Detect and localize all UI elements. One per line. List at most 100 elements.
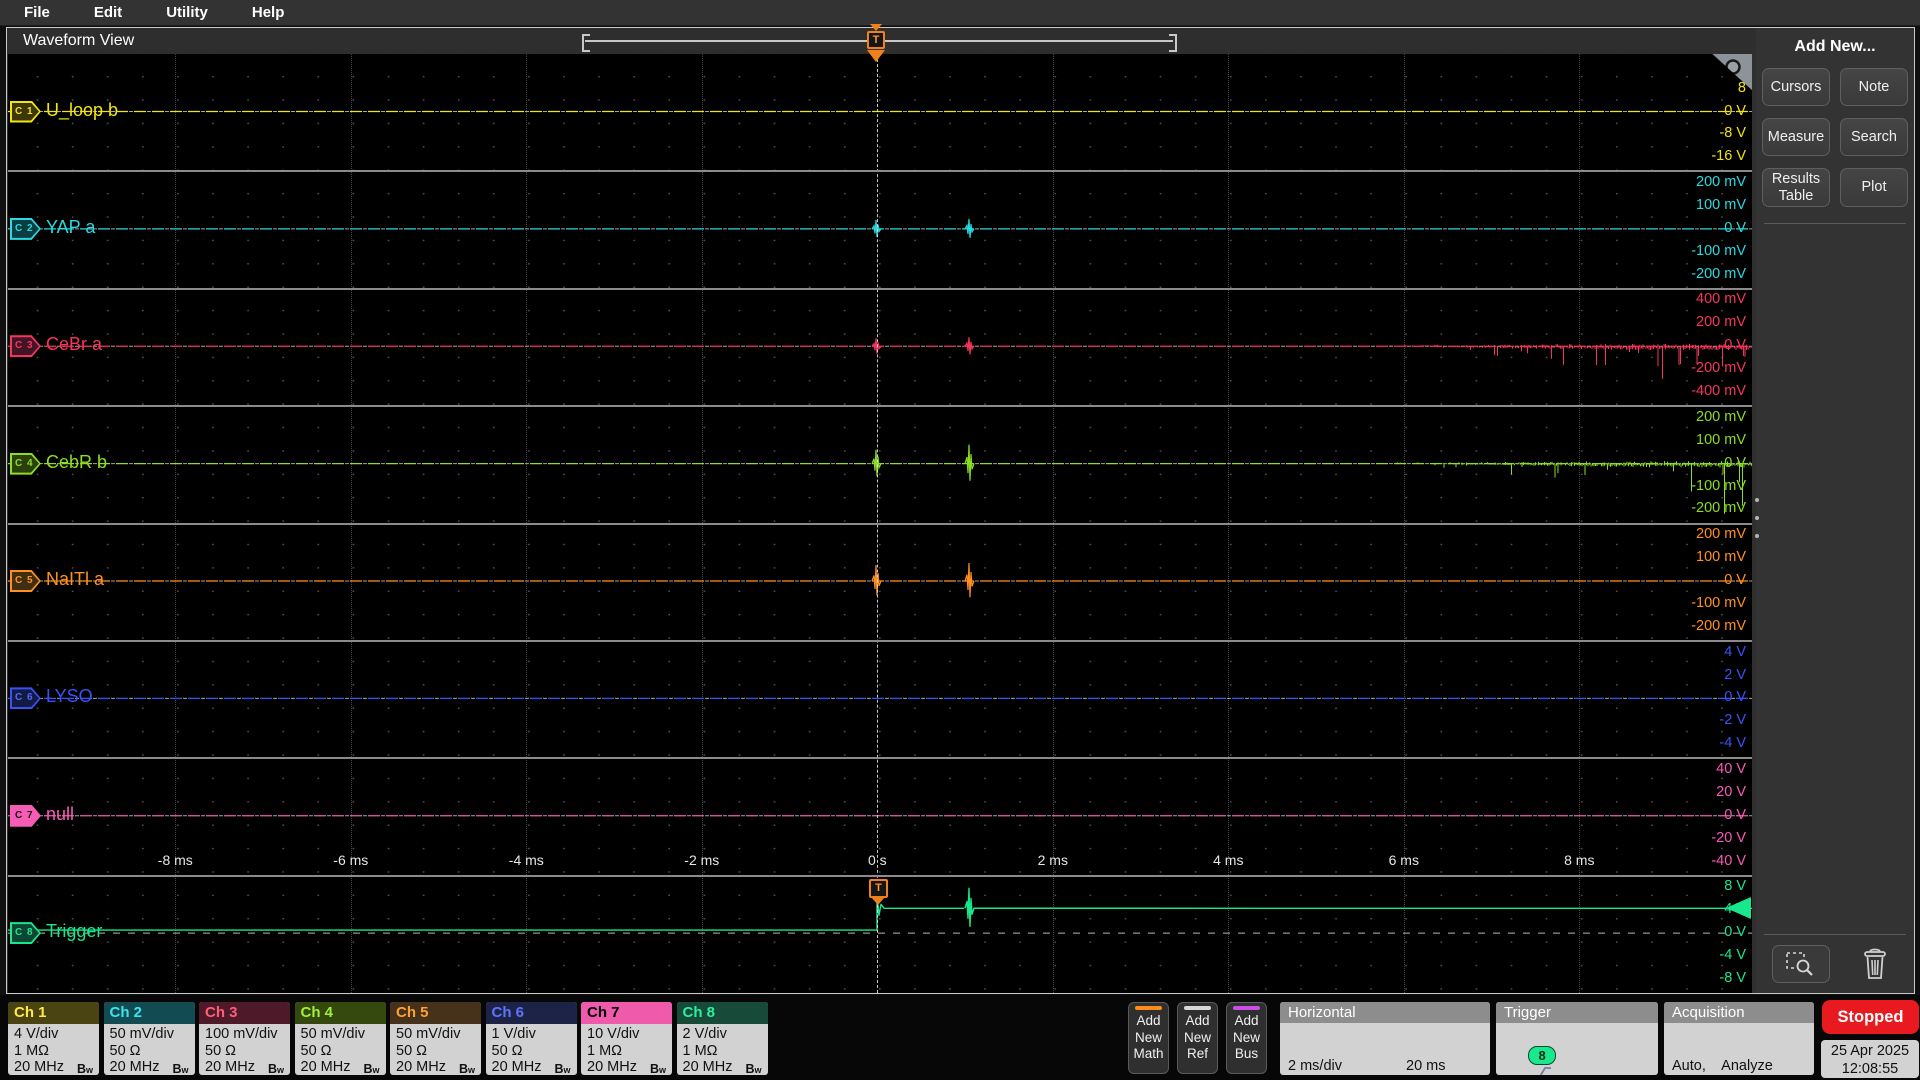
add-new-results-table-button[interactable]: Results Table [1762, 168, 1830, 208]
channel-card-3[interactable]: Ch 3 100 mV/div 50 Ω 20 MHz Bw [199, 1002, 290, 1075]
channel-bandwidth: 20 MHz Bw [396, 1059, 477, 1075]
acquisition-mode: Auto, Analyze [1672, 1058, 1773, 1074]
channel-card-4[interactable]: Ch 4 50 mV/div 50 Ω 20 MHz Bw [294, 1002, 386, 1075]
bw-limit-badge: Bw [267, 1061, 284, 1075]
channel-card-header: Ch 4 [294, 1002, 386, 1024]
run-stop-status[interactable]: Stopped [1822, 1000, 1919, 1034]
time-axis-label: 6 ms [1388, 852, 1419, 868]
waveform-plot[interactable]: T -8 ms -6 ms -4 ms -2 ms 0 s 2 ms 4 ms 6 ms 8 m… [8, 54, 1752, 993]
channel-name-5[interactable]: NaITl a [46, 569, 104, 590]
add-new-math-button[interactable]: Add New Math [1128, 1002, 1169, 1074]
channel-badge-4[interactable]: C 4 [10, 452, 41, 475]
channel-badge-3[interactable]: C 3 [10, 335, 41, 358]
channel-vdiv: 1 V/div [491, 1026, 536, 1042]
time-axis-label: 8 ms [1564, 852, 1595, 868]
overview-bracket-left[interactable] [582, 34, 590, 52]
scale-label: 100 mV [1696, 431, 1746, 448]
add-new-ref-button[interactable]: Add New Ref [1177, 1002, 1218, 1074]
channel-name-2[interactable]: YAP a [46, 217, 95, 238]
bandwidth-value: 20 MHz [396, 1059, 446, 1075]
add-new-plot-button[interactable]: Plot [1840, 168, 1908, 208]
trigger-position-flag[interactable]: T [867, 31, 885, 49]
channel-card-body: 100 mV/div 50 Ω 20 MHz Bw [199, 1024, 290, 1075]
add-new-cursors-button[interactable]: Cursors [1762, 68, 1830, 106]
add-new-note-button[interactable]: Note [1840, 68, 1908, 106]
panel-drag-handle[interactable] [1754, 498, 1760, 538]
channel-card-6[interactable]: Ch 6 1 V/div 50 Ω 20 MHz Bw [485, 1002, 577, 1075]
channel-badge-label: C 3 [15, 340, 34, 352]
channel-card-2[interactable]: Ch 2 50 mV/div 50 Ω 20 MHz Bw [103, 1002, 195, 1075]
channel-vdiv: 100 mV/div [205, 1026, 278, 1042]
channel-card-body: 1 V/div 50 Ω 20 MHz Bw [486, 1024, 577, 1075]
waveform-view-titlebar[interactable]: Waveform View T [7, 24, 1754, 62]
scale-label: 100 mV [1696, 197, 1746, 213]
channel-bandwidth: 20 MHz Bw [301, 1059, 382, 1075]
trigger-event-flag[interactable]: T [869, 879, 888, 898]
bandwidth-value: 20 MHz [109, 1059, 160, 1075]
channel-badge-7[interactable]: C 7 [10, 804, 41, 827]
zoom-select-button[interactable] [1772, 945, 1830, 983]
channel-name-7[interactable]: null [46, 804, 74, 825]
scale-label: 0 V [1724, 924, 1746, 941]
channel-badge-6[interactable]: C 6 [10, 687, 41, 710]
menu-item-utility[interactable]: Utility [166, 4, 208, 21]
channel-name-1[interactable]: U_loop b [46, 100, 118, 121]
scale-label: 200 mV [1696, 174, 1746, 191]
time-axis-label: 0 s [867, 852, 887, 868]
channel-bandwidth: 20 MHz Bw [14, 1059, 95, 1075]
horizontal-card[interactable]: Horizontal 2 ms/div 20 ms SR: 62.5 MS/s … [1280, 1002, 1490, 1075]
bandwidth-value: 20 MHz [491, 1059, 542, 1075]
menu-item-edit[interactable]: Edit [94, 4, 122, 21]
add-new-bus-button[interactable]: Add New Bus [1226, 1002, 1267, 1074]
add-new-measure-button[interactable]: Measure [1762, 118, 1830, 156]
channel-name-6[interactable]: LYSO [46, 686, 93, 707]
channel-card-header: Ch 7 [581, 1002, 672, 1024]
channel-divider [8, 639, 1752, 642]
channel-name-8[interactable]: Trigger [46, 921, 102, 942]
trigger-position-pointer [867, 50, 885, 62]
bandwidth-value: 20 MHz [682, 1059, 733, 1075]
scale-label: 200 mV [1696, 526, 1746, 543]
zoom-box-icon [1786, 952, 1813, 976]
trigger-card[interactable]: Trigger 8 4 V [1496, 1002, 1658, 1075]
channel-divider [8, 170, 1752, 173]
scale-label: -100 mV [1691, 242, 1746, 259]
scale-label: 0 V [1724, 219, 1746, 236]
channel-vdiv: 10 V/div [587, 1026, 640, 1042]
channel-card-body: 2 V/div 1 MΩ 20 MHz Bw [677, 1024, 768, 1075]
trigger-event-flag-tip [871, 897, 885, 905]
scale-label: -40 V [1711, 852, 1746, 869]
menu-item-file[interactable]: File [24, 4, 50, 21]
channel-badge-1[interactable]: C 1 [10, 100, 41, 123]
scale-label: 0 V [1724, 572, 1746, 588]
channel-badge-5[interactable]: C 5 [10, 570, 41, 592]
channel-badge-8[interactable]: C 8 [10, 922, 41, 945]
acquisition-card[interactable]: Acquisition Auto, Analyze High Res: 16 b… [1664, 1002, 1814, 1075]
channel-bandwidth: 20 MHz Bw [205, 1059, 286, 1075]
panel-bottom-toolbar [1764, 934, 1906, 987]
channel-name-3[interactable]: CeBr a [46, 334, 102, 355]
bandwidth-value: 20 MHz [205, 1059, 255, 1075]
channel-card-1[interactable]: Ch 1 4 V/div 1 MΩ 20 MHz Bw [8, 1002, 99, 1075]
scale-label: 200 mV [1696, 408, 1746, 425]
channel-card-5[interactable]: Ch 5 50 mV/div 50 Ω 20 MHz Bw [390, 1002, 481, 1075]
channel-name-4[interactable]: CebR b [46, 452, 107, 473]
scale-label: 4 V [1724, 643, 1746, 660]
channel-card-8[interactable]: Ch 8 2 V/div 1 MΩ 20 MHz Bw [676, 1002, 768, 1075]
channel-card-header: Ch 6 [485, 1002, 577, 1024]
overview-bracket-right[interactable] [1169, 34, 1177, 52]
menu-item-help[interactable]: Help [252, 4, 285, 21]
channel-card-body: 50 mV/div 50 Ω 20 MHz Bw [390, 1024, 481, 1075]
trigger-level-arrow[interactable] [1726, 897, 1751, 919]
trash-icon[interactable] [1862, 948, 1888, 980]
scale-label: -16 V [1711, 148, 1746, 165]
channel-card-header: Ch 2 [103, 1002, 195, 1024]
channel-badge-2[interactable]: C 2 [10, 217, 41, 240]
channel-card-7[interactable]: Ch 7 10 V/div 1 MΩ 20 MHz Bw [581, 1002, 672, 1075]
scale-label: 0 V [1724, 806, 1746, 823]
add-new-search-button[interactable]: Search [1840, 118, 1908, 156]
channel-card-body: 10 V/div 1 MΩ 20 MHz Bw [581, 1024, 672, 1075]
scale-label: 0 V [1724, 102, 1746, 119]
channel-badge-label: C 6 [15, 692, 34, 704]
channel-bandwidth: 20 MHz Bw [110, 1059, 191, 1075]
